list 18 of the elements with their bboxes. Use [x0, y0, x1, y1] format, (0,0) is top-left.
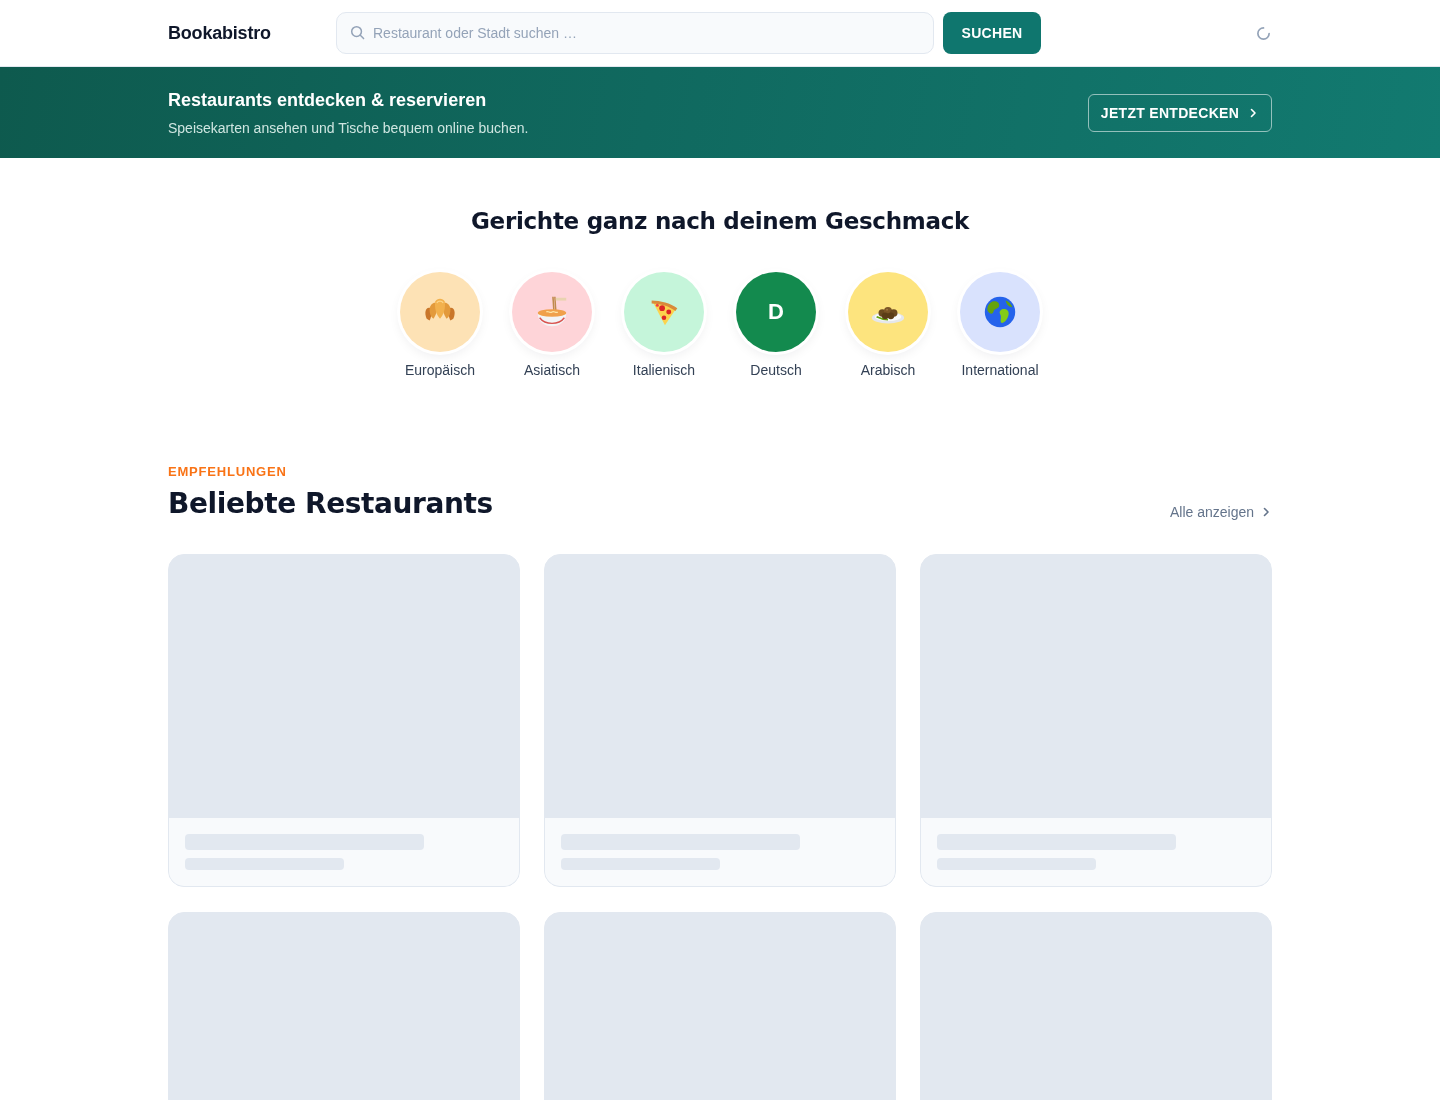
- banner-title: Restaurants entdecken & reservieren: [168, 89, 488, 112]
- section-title: Beliebte Restaurants: [168, 486, 493, 522]
- category-item[interactable]: International: [952, 272, 1048, 380]
- category-item[interactable]: D Deutsch: [728, 272, 824, 380]
- category-item[interactable]: Asiatisch: [504, 272, 600, 380]
- section-heading: Gerichte ganz nach deinem Geschmack: [471, 207, 969, 236]
- category-item[interactable]: Arabisch: [840, 272, 936, 380]
- banner-subtitle: Speisekarten ansehen und Tische bequem online buchen.: [168, 119, 529, 138]
- category-item[interactable]: Italienisch: [616, 272, 712, 380]
- search-field[interactable]: Restaurant oder Stadt suchen …: [336, 12, 934, 54]
- search-icon: [350, 25, 365, 40]
- section-eyebrow: EMPFEHLUNGEN: [168, 464, 288, 480]
- letter-avatar: D: [736, 272, 816, 352]
- search-button[interactable]: SUCHEN: [943, 12, 1041, 54]
- category-item[interactable]: Europäisch: [392, 272, 488, 380]
- discover-button[interactable]: JETZT ENTDECKEN: [1088, 94, 1272, 132]
- logo[interactable]: Bookabistro: [168, 22, 336, 44]
- show-all-link[interactable]: Alle anzeigen: [1169, 502, 1272, 522]
